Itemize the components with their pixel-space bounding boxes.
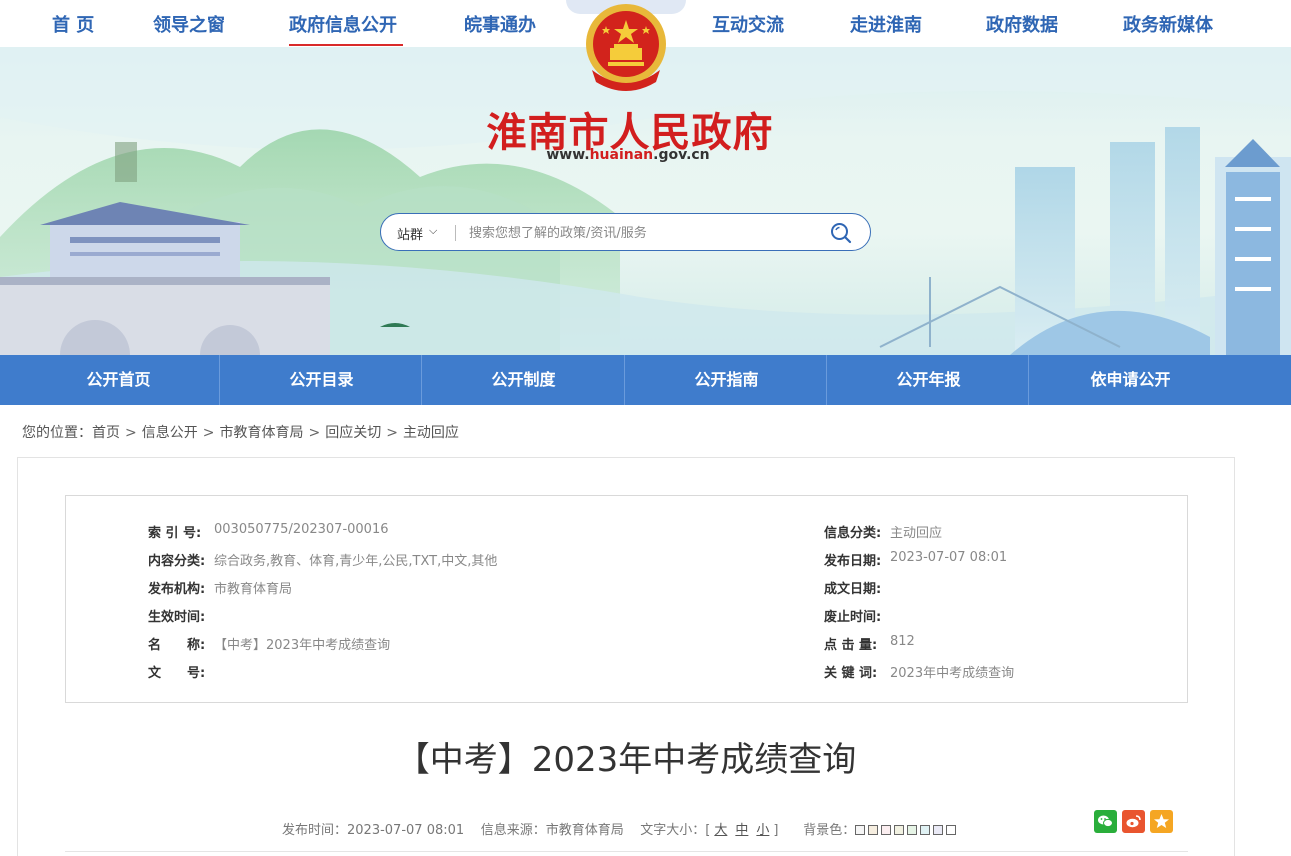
topnav-item-interaction[interactable]: 互动交流 (712, 11, 784, 37)
meta-label: 信息分类: (824, 526, 882, 541)
font-size-large[interactable]: 大 (714, 823, 727, 838)
meta-label: 废止时间: (824, 610, 882, 625)
meta-value: 【中考】2023年中考成绩查询 (214, 638, 391, 653)
publish-time: 2023-07-07 08:01 (347, 823, 465, 838)
meta-label: 发布日期: (824, 554, 882, 569)
meta-value: 主动回应 (890, 526, 943, 541)
meta-label: 关 键 词: (824, 666, 878, 681)
site-url-prefix: www. (546, 147, 590, 163)
breadcrumb-item-info[interactable]: 信息公开 (142, 425, 198, 441)
article-info-bar: 发布时间：2023-07-07 08:01 信息来源：市教育体育局 文字大小：[… (282, 819, 959, 838)
meta-label: 名 称: (148, 638, 206, 653)
publish-time-label: 发布时间： (282, 823, 348, 838)
source-label: 信息来源： (480, 823, 546, 838)
meta-label: 内容分类: (148, 554, 206, 569)
bg-color-swatch[interactable] (868, 825, 879, 835)
meta-value: 2023年中考成绩查询 (890, 666, 1015, 681)
article-title: 【中考】2023年中考成绩查询 (395, 740, 857, 780)
subnav-item-request[interactable]: 依申请公开 (1029, 355, 1232, 405)
meta-label: 点 击 量: (824, 638, 878, 653)
site-url-suffix: .gov.cn (653, 147, 710, 163)
topnav-item-about-huainan[interactable]: 走进淮南 (850, 11, 922, 37)
site-url-domain: huainan (589, 147, 654, 163)
meta-value: 003050775/202307-00016 (214, 522, 389, 537)
breadcrumb-separator: > (125, 425, 137, 441)
chevron-down-icon[interactable]: ⌵ (429, 224, 437, 238)
breadcrumb-prefix: 您的位置： (22, 425, 92, 441)
favorite-star-icon[interactable] (1150, 810, 1173, 833)
meta-label: 生效时间: (148, 610, 206, 625)
meta-label: 文 号: (148, 666, 206, 681)
font-size-medium[interactable]: 中 (735, 823, 748, 838)
meta-value: 2023-07-07 08:01 (890, 550, 1008, 565)
search-divider (455, 225, 456, 241)
subnav-item-system[interactable]: 公开制度 (422, 355, 625, 405)
active-tab-underline (289, 44, 403, 46)
subnav-item-catalog[interactable]: 公开目录 (220, 355, 423, 405)
breadcrumb-separator: > (308, 425, 321, 441)
topnav-item-gov-info[interactable]: 政府信息公开 (289, 11, 397, 37)
breadcrumb-item-bureau[interactable]: 市教育体育局 (219, 425, 303, 441)
bg-color-swatch[interactable] (881, 825, 892, 835)
font-size-small[interactable]: 小 (756, 823, 769, 838)
bg-color-swatch[interactable] (894, 825, 905, 835)
info-disclosure-nav: 公开首页 公开目录 公开制度 公开指南 公开年报 依申请公开 (0, 355, 1291, 405)
bg-color-swatch[interactable] (855, 825, 866, 835)
meta-label: 成文日期: (824, 582, 882, 597)
search-icon[interactable] (829, 221, 853, 245)
meta-label: 索 引 号: (148, 526, 202, 541)
breadcrumb-item-concerns[interactable]: 回应关切 (325, 425, 381, 441)
font-size-label: 文字大小：[ (640, 823, 711, 838)
breadcrumb-separator: > (386, 425, 398, 441)
font-size-close: ] (773, 823, 779, 838)
wechat-icon[interactable] (1094, 810, 1117, 833)
bg-color-swatch[interactable] (907, 825, 918, 835)
bg-color-swatch[interactable] (933, 825, 944, 835)
search-bar: 站群 ⌵ (380, 213, 871, 251)
search-input[interactable] (469, 222, 809, 244)
content-divider (65, 851, 1188, 852)
breadcrumb: 您的位置：首页 > 信息公开 > 市教育体育局 > 回应关切 > 主动回应 (22, 422, 459, 442)
meta-label: 发布机构: (148, 582, 206, 597)
subnav-item-annual-report[interactable]: 公开年报 (827, 355, 1030, 405)
meta-value: 综合政务,教育、体育,青少年,公民,TXT,中文,其他 (214, 554, 498, 569)
topnav-item-services[interactable]: 皖事通办 (464, 11, 536, 37)
meta-value: 市教育体育局 (214, 582, 293, 597)
national-emblem-icon (578, 0, 674, 100)
breadcrumb-item-home[interactable]: 首页 (92, 425, 120, 441)
metadata-table: 索 引 号: 003050775/202307-00016 内容分类: 综合政务,教… (65, 495, 1188, 703)
subnav-item-home[interactable]: 公开首页 (17, 355, 220, 405)
topnav-item-leaders[interactable]: 领导之窗 (153, 11, 225, 37)
site-url: www.huainan.gov.cn (540, 147, 716, 163)
subnav-item-guide[interactable]: 公开指南 (625, 355, 828, 405)
bg-color-swatch[interactable] (920, 825, 931, 835)
bg-color-label: 背景色： (803, 823, 856, 838)
meta-value: 812 (890, 634, 915, 649)
breadcrumb-separator: > (202, 425, 215, 441)
bg-color-swatch[interactable] (946, 825, 957, 835)
source: 市教育体育局 (545, 823, 624, 838)
topnav-item-gov-data[interactable]: 政府数据 (986, 11, 1058, 37)
weibo-icon[interactable] (1122, 810, 1145, 833)
search-scope-select[interactable]: 站群 (397, 224, 423, 243)
topnav-item-new-media[interactable]: 政务新媒体 (1123, 11, 1213, 37)
topnav-item-home[interactable]: 首 页 (52, 11, 94, 37)
breadcrumb-item-response[interactable]: 主动回应 (403, 425, 459, 441)
